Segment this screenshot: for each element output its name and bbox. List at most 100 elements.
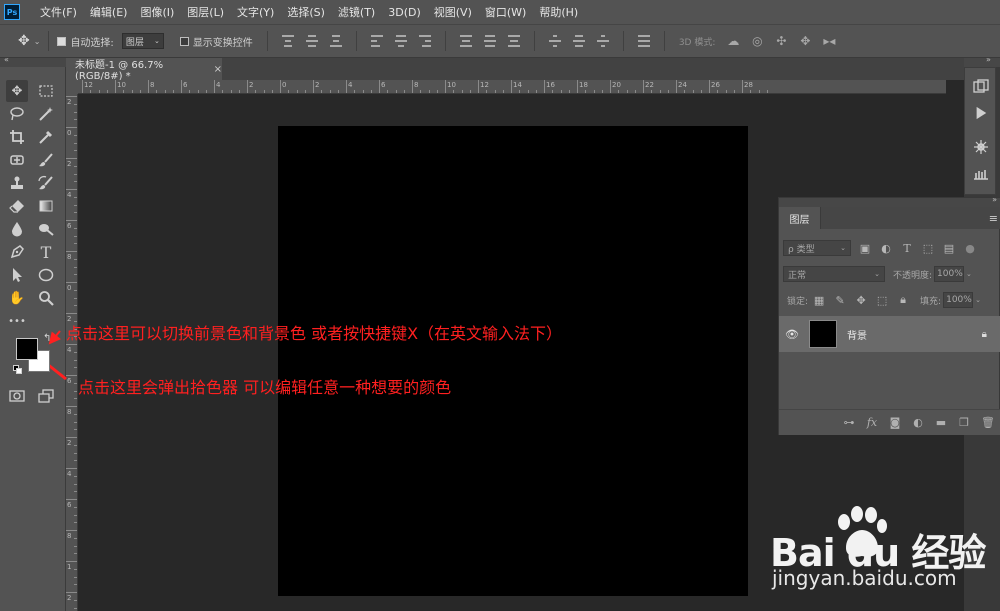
distribute-hcenter-icon[interactable]: [572, 35, 585, 47]
history-panel-button[interactable]: [965, 76, 997, 98]
align-vcenter-icon[interactable]: [305, 35, 318, 47]
layers-panel-header[interactable]: »: [779, 195, 1000, 207]
3d-orbit-icon[interactable]: ☁: [725, 34, 741, 48]
distribute-right-icon[interactable]: [596, 35, 609, 47]
filter-smart-object-icon[interactable]: ▤: [942, 242, 956, 255]
brush-tool[interactable]: [35, 149, 57, 171]
trash-icon[interactable]: 🗑︎: [981, 416, 995, 429]
auto-select-dropdown[interactable]: 图层 ⌄: [121, 33, 164, 49]
tab-layers[interactable]: 图层: [779, 207, 821, 229]
menu-type[interactable]: 文字(Y): [237, 4, 274, 20]
menu-3d[interactable]: 3D(D): [388, 6, 421, 19]
distribute-left-icon[interactable]: [548, 35, 561, 47]
marquee-tool[interactable]: [35, 80, 57, 102]
brush-settings-button[interactable]: [965, 136, 997, 158]
magic-wand-tool[interactable]: [35, 103, 57, 125]
menu-window[interactable]: 窗口(W): [485, 4, 526, 20]
menu-edit[interactable]: 编辑(E): [90, 4, 128, 20]
lasso-tool[interactable]: [6, 103, 28, 125]
filter-adjustment-icon[interactable]: ◐: [879, 242, 893, 255]
menu-filter[interactable]: 滤镜(T): [338, 4, 375, 20]
filter-kind-dropdown[interactable]: ρ 类型 ⌄: [783, 240, 851, 256]
vertical-ruler[interactable]: 20246802468246812: [66, 94, 78, 611]
collapse-icon[interactable]: »: [992, 195, 997, 204]
horizontal-ruler[interactable]: 12 10 8 6 4 2 0 2 4 6 8 10 12 14 16 18 20 22 24 26 28: [78, 80, 946, 94]
layer-row-background[interactable]: 👁︎ 背景 🔒︎: [779, 316, 1000, 352]
distribute-bottom-icon[interactable]: [507, 35, 520, 47]
menu-view[interactable]: 视图(V): [434, 4, 472, 20]
toolbox-header[interactable]: «: [0, 55, 66, 67]
align-hcenter-icon[interactable]: [394, 35, 407, 47]
menu-select[interactable]: 选择(S): [287, 4, 325, 20]
type-tool[interactable]: T: [35, 241, 57, 263]
gradient-tool[interactable]: [35, 195, 57, 217]
3d-scale-icon[interactable]: ▸◂: [821, 34, 837, 48]
align-top-icon[interactable]: [281, 35, 294, 47]
hand-tool[interactable]: ✋: [6, 287, 28, 309]
move-tool-preset-icon[interactable]: ✥: [18, 33, 30, 49]
lock-position-icon[interactable]: ✥: [854, 294, 868, 307]
ruler-origin[interactable]: [66, 80, 78, 94]
collapse-icon[interactable]: »: [986, 55, 991, 64]
healing-brush-tool[interactable]: [6, 149, 28, 171]
3d-drag-icon[interactable]: ✣: [773, 34, 789, 48]
align-bottom-icon[interactable]: [329, 35, 342, 47]
right-dock-header[interactable]: »: [964, 55, 1000, 67]
auto-select-checkbox[interactable]: [57, 36, 67, 46]
ellipse-tool[interactable]: [35, 264, 57, 286]
new-layer-icon[interactable]: ❐: [958, 416, 970, 429]
move-tool[interactable]: ✥: [6, 80, 28, 102]
auto-align-icon[interactable]: [637, 35, 650, 47]
panel-menu-icon[interactable]: ≡: [989, 212, 998, 225]
collapse-icon[interactable]: «: [4, 55, 9, 64]
menu-file[interactable]: 文件(F): [40, 4, 77, 20]
distribute-vcenter-icon[interactable]: [483, 35, 496, 47]
history-brush-tool[interactable]: [35, 172, 57, 194]
align-left-icon[interactable]: [370, 35, 383, 47]
dodge-tool[interactable]: [35, 218, 57, 240]
swap-colors-icon[interactable]: ↰: [43, 333, 51, 344]
lock-transparent-icon[interactable]: ▦: [812, 294, 826, 307]
adjustment-layer-icon[interactable]: ◐: [912, 416, 924, 429]
blend-mode-dropdown[interactable]: 正常 ⌄: [783, 266, 885, 282]
quick-mask-button[interactable]: [6, 385, 28, 407]
default-colors-icon[interactable]: [13, 365, 22, 374]
layer-style-icon[interactable]: fx: [866, 416, 878, 429]
crop-tool[interactable]: [6, 126, 28, 148]
brush-presets-button[interactable]: [965, 162, 997, 184]
lock-artboard-icon[interactable]: ⬚: [875, 294, 889, 307]
3d-roll-icon[interactable]: ◎: [749, 34, 765, 48]
filter-shape-icon[interactable]: ⬚: [921, 242, 935, 255]
menu-help[interactable]: 帮助(H): [539, 4, 578, 20]
lock-all-icon[interactable]: 🔒︎: [896, 293, 910, 307]
zoom-tool[interactable]: [35, 287, 57, 309]
actions-panel-button[interactable]: [965, 102, 997, 124]
edit-toolbar-button[interactable]: •••: [6, 310, 28, 332]
show-transform-checkbox[interactable]: [179, 36, 189, 46]
menu-layer[interactable]: 图层(L): [187, 4, 224, 20]
align-right-icon[interactable]: [418, 35, 431, 47]
foreground-color-swatch[interactable]: [16, 338, 38, 360]
lock-pixels-icon[interactable]: ✎: [833, 294, 847, 307]
visibility-eye-icon[interactable]: 👁︎: [779, 328, 805, 341]
menu-image[interactable]: 图像(I): [140, 4, 174, 20]
distribute-top-icon[interactable]: [459, 35, 472, 47]
eraser-tool[interactable]: [6, 195, 28, 217]
chevron-down-icon[interactable]: ⌄: [966, 270, 972, 278]
eyedropper-tool[interactable]: [35, 126, 57, 148]
3d-slide-icon[interactable]: ✥: [797, 34, 813, 48]
document-canvas[interactable]: [278, 126, 748, 596]
layer-name[interactable]: 背景: [847, 327, 867, 342]
close-icon[interactable]: ×: [214, 64, 222, 75]
filter-toggle-icon[interactable]: ●: [963, 242, 977, 255]
new-group-icon[interactable]: ▬: [935, 416, 947, 429]
blur-tool[interactable]: [6, 218, 28, 240]
pen-tool[interactable]: [6, 241, 28, 263]
link-layers-icon[interactable]: ⊶: [843, 416, 855, 429]
path-selection-tool[interactable]: [6, 264, 28, 286]
opacity-field[interactable]: 100%: [934, 266, 965, 282]
add-mask-icon[interactable]: ◙: [889, 416, 901, 429]
chevron-down-icon[interactable]: ⌄: [975, 296, 981, 304]
filter-pixel-icon[interactable]: ▣: [858, 242, 872, 255]
document-tab[interactable]: 未标题-1 @ 66.7%(RGB/8#) * ×: [66, 58, 222, 82]
